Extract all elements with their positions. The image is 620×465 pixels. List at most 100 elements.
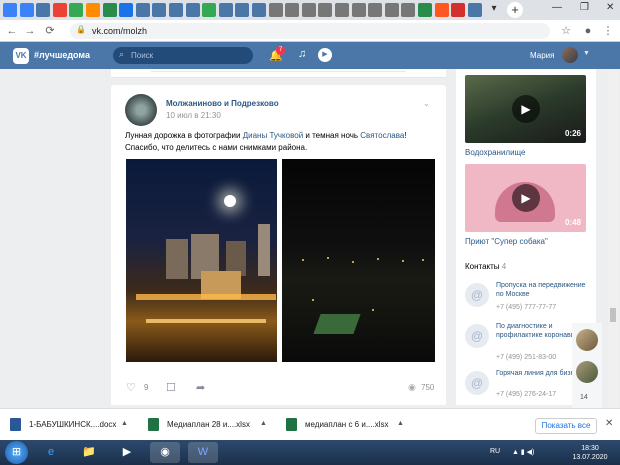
comment-icon[interactable]: ☐ [166,381,176,394]
browser-tab[interactable] [467,3,482,17]
browser-tab[interactable] [384,3,399,17]
user-name[interactable]: Мария [530,51,554,60]
chevron-down-icon[interactable]: ▼ [583,50,590,57]
clock[interactable]: 18:30 13.07.2020 [570,444,610,462]
browser-tab[interactable] [19,3,34,17]
video-title-link[interactable]: Водохранилище [465,148,526,157]
music-icon[interactable]: ♫ [298,48,306,60]
scrollbar-thumb[interactable] [610,308,616,322]
show-all-downloads-button[interactable]: Показать все [535,418,597,434]
back-arrow-icon[interactable]: ← [4,23,20,39]
chevron-up-icon[interactable]: ▲ [260,420,267,427]
light [312,299,314,301]
video-title-link[interactable]: Приют "Супер собака" [465,237,548,246]
browser-tab[interactable] [301,3,316,17]
browser-tab[interactable] [351,3,366,17]
browser-tab[interactable] [185,3,200,17]
user-avatar[interactable] [562,47,578,63]
chat-list-pane: 14 [572,323,602,408]
download-item[interactable]: медиаплан с 6 и....xlsx [286,417,388,433]
browser-tab[interactable] [434,3,449,17]
contacts-heading[interactable]: Контакты 4 [465,262,506,271]
chevron-up-icon[interactable]: ▲ [121,420,128,427]
word-icon[interactable]: W [188,442,218,463]
contact-name[interactable]: Пропуска на передвижение по Москве [496,281,592,299]
browser-tab[interactable] [268,3,283,17]
start-button[interactable]: ⊞ [5,441,28,464]
url-input[interactable]: vk.com/molzh [70,23,550,39]
browser-tab[interactable] [69,3,84,17]
clock-time: 18:30 [581,445,599,452]
likes-count[interactable]: 9 [144,383,148,392]
play-icon[interactable]: ▶ [318,48,332,62]
excel-file-icon [148,418,159,432]
post-date[interactable]: 10 июл в 21:30 [166,111,221,120]
browser-tab[interactable] [401,3,416,17]
chevron-up-icon[interactable]: ▲ [397,420,404,427]
video-thumbnail[interactable]: ▶ 0:48 [465,164,586,232]
lock-icon[interactable]: 🔒 [76,25,86,35]
browser-tab[interactable] [202,3,217,17]
browser-tab[interactable] [285,3,300,17]
group-avatar[interactable] [125,94,157,126]
author-link[interactable]: Дианы Тучковой [243,131,303,140]
author-link-2[interactable]: Святослава [360,131,404,140]
bookmark-star-icon[interactable]: ☆ [558,23,574,39]
group-name-link[interactable]: Молжаниново и Подрезково [166,99,279,108]
browser-tab[interactable] [335,3,349,17]
street-lights [136,294,276,300]
forward-arrow-icon[interactable]: → [22,23,38,39]
browser-tab[interactable] [36,3,51,17]
reload-icon[interactable]: ⟳ [42,23,58,39]
media-player-icon[interactable]: ▶ [112,442,142,463]
vk-search-input[interactable]: Поиск [113,47,253,64]
maximize-button[interactable]: ❐ [580,2,589,13]
browser-tab[interactable] [418,3,432,17]
page-scrollbar[interactable] [608,69,618,408]
profile-icon[interactable]: ● [580,23,596,39]
play-icon[interactable]: ▶ [512,95,540,123]
vk-logo[interactable]: VK [13,48,29,64]
chrome-icon[interactable]: ◉ [150,442,180,463]
chevron-down-icon[interactable]: ⌄ [423,99,430,108]
browser-tab[interactable] [169,3,183,17]
download-item[interactable]: 1-БАБУШКИНСК....docx [10,417,116,433]
contact-item[interactable]: @ Пропуска на передвижение по Москве +7 … [465,281,590,325]
browser-tab[interactable] [102,3,117,17]
system-tray-icons[interactable]: ▲ ▮ ◀) [512,448,534,456]
chat-count[interactable]: 14 [580,394,588,401]
ie-icon[interactable]: e [36,442,66,463]
browser-tab[interactable] [86,3,100,17]
explorer-icon[interactable]: 📁 [74,442,104,463]
language-indicator[interactable]: RU [490,448,500,455]
heart-icon[interactable]: ♡ [126,381,136,394]
chat-avatar[interactable] [576,361,598,383]
windows-taskbar: ⊞ e 📁 ▶ ◉ W RU ▲ ▮ ◀) 18:30 13.07.2020 [0,440,620,465]
browser-tab[interactable] [451,3,466,17]
close-icon[interactable]: ✕ [605,418,613,429]
browser-tab[interactable] [135,3,150,17]
browser-tab[interactable] [252,3,266,17]
new-tab-button[interactable]: + [507,2,523,18]
browser-tab[interactable] [235,3,250,17]
at-sign-icon: @ [465,371,489,395]
vk-hashtag-link[interactable]: #лучшедома [34,50,90,60]
close-window-button[interactable]: ✕ [606,2,614,13]
post-photo-night-yard[interactable] [282,159,435,362]
browser-tab[interactable] [119,3,134,17]
browser-tab[interactable] [52,3,67,17]
download-item[interactable]: Медиаплан 28 и....xlsx [148,417,250,433]
post-photo-moon-city[interactable] [126,159,277,362]
browser-menu-icon[interactable]: ⋮ [600,23,616,39]
video-thumbnail[interactable]: ▶ 0:26 [465,75,586,143]
play-icon[interactable]: ▶ [512,184,540,212]
browser-tab[interactable] [218,3,233,17]
browser-tab[interactable] [3,3,17,17]
tab-search-dropdown[interactable]: ▾ [487,3,501,17]
minimize-button[interactable]: — [552,2,562,13]
share-icon[interactable]: ➦ [196,381,205,394]
browser-tab[interactable] [152,3,167,17]
browser-tab[interactable] [368,3,383,17]
chat-avatar[interactable] [576,329,598,351]
browser-tab[interactable] [318,3,333,17]
